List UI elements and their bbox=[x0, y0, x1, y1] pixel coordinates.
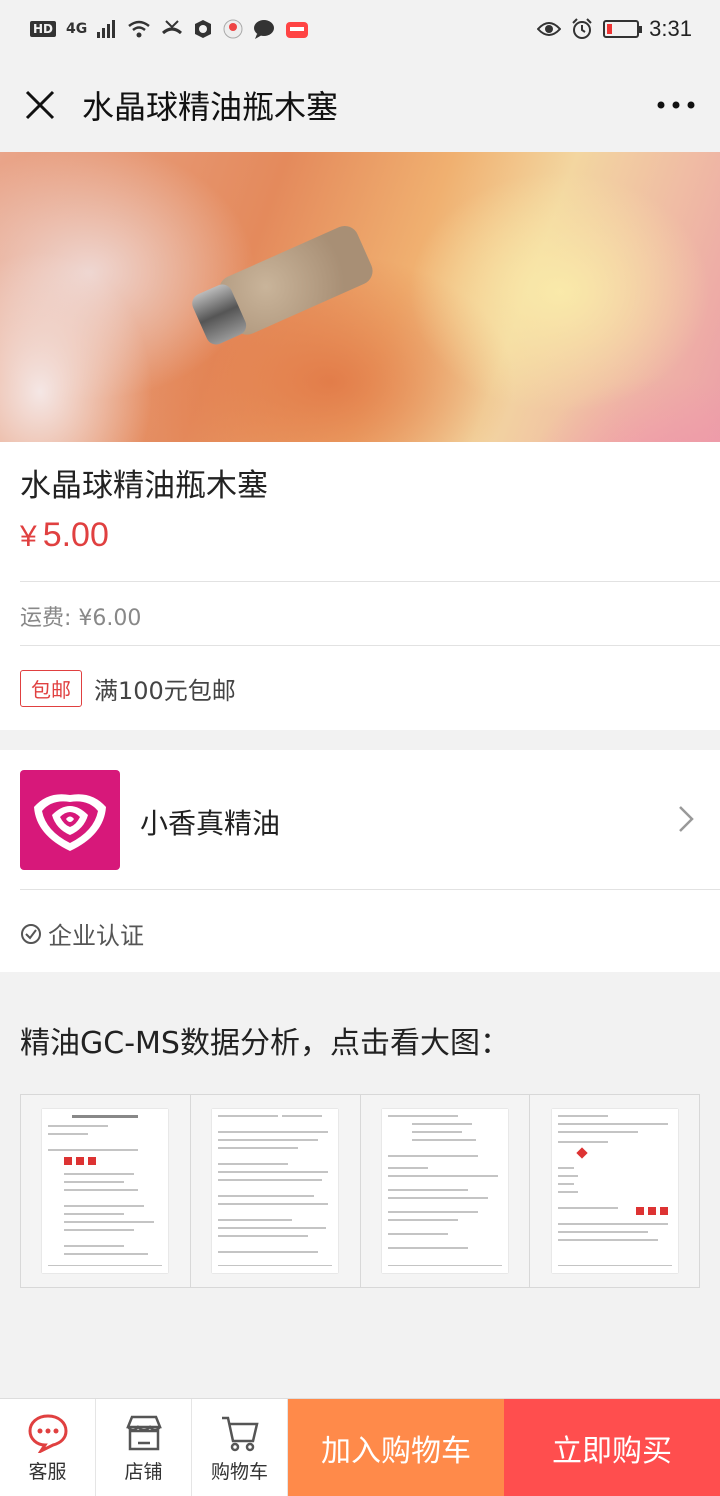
tab-label: 店铺 bbox=[124, 1460, 163, 1483]
tab-cart[interactable]: 购物车 bbox=[192, 1399, 288, 1496]
nav-bar: 水晶球精油瓶木塞 bbox=[0, 58, 720, 152]
wifi-icon bbox=[128, 20, 151, 38]
cork-stopper-graphic bbox=[187, 221, 378, 352]
shop-card: 小香真精油 企业认证 bbox=[0, 750, 720, 972]
shipping-fee: 运费: ¥6.00 bbox=[20, 606, 142, 631]
rose-icon bbox=[34, 794, 106, 851]
divider bbox=[20, 581, 720, 582]
check-circle-icon bbox=[21, 923, 41, 944]
free-shipping-badge: 包邮 bbox=[20, 670, 82, 707]
gcms-document-thumbnail[interactable] bbox=[190, 1095, 361, 1287]
more-icon bbox=[657, 101, 695, 109]
gcms-document-thumbnail[interactable] bbox=[530, 1095, 699, 1287]
promo-row: 包邮 满100元包邮 bbox=[20, 670, 236, 707]
signal-icon bbox=[97, 20, 116, 38]
battery-icon bbox=[603, 20, 643, 38]
enterprise-certification: 企业认证 bbox=[20, 916, 144, 951]
gcms-document-grid bbox=[20, 1094, 700, 1288]
document-page-icon bbox=[212, 1109, 339, 1273]
shopping-notification-icon bbox=[286, 22, 309, 38]
tab-label: 购物车 bbox=[210, 1460, 268, 1483]
tab-customer-service[interactable]: 客服 bbox=[0, 1399, 96, 1496]
product-image[interactable] bbox=[0, 152, 720, 442]
add-to-cart-button[interactable]: 加入购物车 bbox=[288, 1399, 504, 1496]
tab-label: 客服 bbox=[28, 1460, 67, 1483]
network-type: 4G bbox=[66, 21, 88, 37]
buy-now-button[interactable]: 立即购买 bbox=[504, 1399, 720, 1496]
certification-label: 企业认证 bbox=[48, 922, 144, 950]
document-page-icon bbox=[551, 1109, 678, 1273]
bottom-action-bar: 客服 店铺 购物车 加入购物车 立即购买 bbox=[0, 1398, 720, 1496]
hd-icon: HD bbox=[30, 21, 57, 37]
gcms-section-title: 精油GC-MS数据分析，点击看大图： bbox=[20, 1026, 510, 1061]
chevron-right-icon[interactable] bbox=[672, 804, 698, 834]
shop-logo[interactable] bbox=[20, 770, 120, 870]
promo-text: 满100元包邮 bbox=[94, 677, 236, 705]
missed-call-icon bbox=[162, 20, 183, 35]
gcms-document-thumbnail[interactable] bbox=[21, 1095, 191, 1287]
close-icon bbox=[25, 90, 55, 120]
product-info-card: 水晶球精油瓶木塞 ¥5.00 运费: ¥6.00 包邮 满100元包邮 bbox=[0, 442, 720, 730]
tab-store[interactable]: 店铺 bbox=[96, 1399, 192, 1496]
close-button[interactable] bbox=[0, 58, 80, 152]
more-button[interactable] bbox=[632, 58, 720, 152]
divider bbox=[20, 645, 720, 646]
maps-notification-icon bbox=[223, 19, 243, 39]
app-notification-icon bbox=[195, 20, 212, 38]
cart-icon bbox=[221, 1416, 259, 1451]
document-page-icon bbox=[381, 1109, 508, 1273]
product-title: 水晶球精油瓶木塞 bbox=[20, 468, 268, 504]
status-bar: HD 4G 3:31 bbox=[0, 0, 720, 58]
status-time: 3:31 bbox=[649, 16, 692, 41]
page-title: 水晶球精油瓶木塞 bbox=[82, 88, 339, 126]
price-currency: ¥ bbox=[20, 520, 37, 553]
alarm-icon bbox=[572, 18, 592, 39]
price-value: 5.00 bbox=[42, 516, 109, 554]
shop-name[interactable]: 小香真精油 bbox=[140, 802, 280, 842]
chat-icon bbox=[27, 1413, 68, 1453]
document-page-icon bbox=[42, 1109, 169, 1273]
gcms-document-thumbnail[interactable] bbox=[360, 1095, 531, 1287]
divider bbox=[20, 889, 720, 890]
product-price: ¥5.00 bbox=[20, 516, 109, 555]
eye-icon bbox=[537, 22, 562, 36]
store-icon bbox=[125, 1415, 162, 1450]
message-notification-icon bbox=[254, 20, 275, 39]
